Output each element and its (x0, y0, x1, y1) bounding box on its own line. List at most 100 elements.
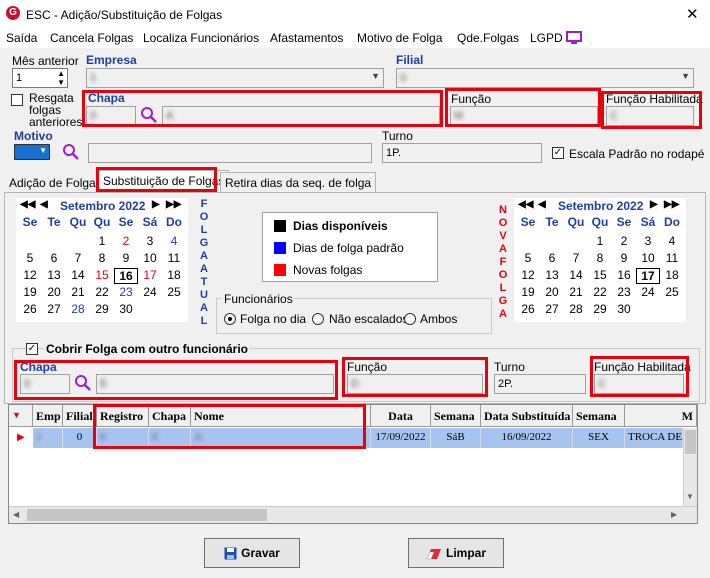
calendar-day[interactable]: 18 (660, 268, 684, 282)
grid-header-semana-2[interactable]: Semana (573, 405, 625, 427)
tab-retira-dias[interactable]: Retira dias da seq. de folga (220, 172, 377, 192)
next-month-icon[interactable]: ▶ (650, 199, 658, 210)
grid-cell-motivo[interactable]: TROCA DE (625, 428, 683, 448)
calendar-day[interactable]: 12 (516, 268, 540, 282)
spinner-arrows-icon[interactable]: ▲ ▼ (57, 69, 65, 87)
calendar-day[interactable]: 19 (18, 285, 42, 299)
grid-header-data-substituida[interactable]: Data Substituída (481, 405, 573, 427)
grid-cell-chapa[interactable]: 0 (149, 428, 191, 448)
grid-header-nome[interactable]: Nome (191, 405, 371, 427)
calendar-day[interactable]: 26 (516, 302, 540, 316)
calendar-day[interactable]: 21 (564, 285, 588, 299)
calendar-day[interactable]: 23 (114, 285, 138, 299)
calendar-day[interactable]: 29 (90, 302, 114, 316)
calendar-day[interactable]: 29 (588, 302, 612, 316)
grid-cell-filial[interactable]: 0 (63, 428, 97, 448)
calendar-day[interactable]: 9 (114, 251, 138, 265)
radio-folga-no-dia[interactable] (224, 313, 236, 325)
grid-cell-nome[interactable]: A (191, 428, 371, 448)
calendar-day[interactable]: 7 (564, 251, 588, 265)
scrollbar-thumb[interactable] (27, 509, 267, 521)
prev-year-icon[interactable]: ◀◀ (518, 199, 533, 210)
limpar-button[interactable]: Limpar (408, 538, 504, 568)
scroll-down-icon[interactable]: ▼ (686, 492, 694, 501)
tab-substituicao[interactable]: Substituição de Folgas (98, 170, 230, 192)
grid-header-emp[interactable]: Emp (33, 405, 63, 427)
mes-anterior-spinner[interactable]: 1 ▲ ▼ (12, 68, 68, 88)
resgata-checkbox[interactable] (11, 94, 23, 106)
prev-year-icon[interactable]: ◀◀ (20, 199, 35, 210)
calendar-day[interactable]: 27 (42, 302, 66, 316)
calendar-day[interactable]: 2 (114, 234, 138, 248)
next-month-icon[interactable]: ▶ (152, 199, 160, 210)
calendar-day[interactable]: 6 (42, 251, 66, 265)
calendar-day[interactable]: 21 (66, 285, 90, 299)
calendar-day[interactable]: 6 (540, 251, 564, 265)
calendar-day[interactable]: 20 (540, 285, 564, 299)
menu-cancela-folgas[interactable]: Cancela Folgas (50, 31, 133, 45)
grid-header-motivo[interactable]: M (625, 405, 697, 427)
calendar-day[interactable]: 4 (660, 234, 684, 248)
calendar-day[interactable]: 16 (612, 268, 636, 282)
calendar-day[interactable]: 19 (516, 285, 540, 299)
motivo-color-select[interactable]: ▼ (14, 144, 50, 160)
cobrir-folga-checkbox[interactable]: ✓ (26, 343, 38, 355)
chapa-field[interactable]: 0 (86, 106, 136, 126)
escala-padrao-checkbox[interactable]: ✓ (552, 147, 564, 159)
calendar-day[interactable]: 17 (138, 268, 162, 282)
calendar-day[interactable]: 15 (588, 268, 612, 282)
menu-motivo-folga[interactable]: Motivo de Folga (357, 31, 442, 45)
grid-header-filial[interactable]: Filial (63, 405, 97, 427)
calendar-day[interactable]: 20 (42, 285, 66, 299)
scroll-right-icon[interactable]: ▶ (671, 510, 677, 519)
calendar-day[interactable]: 17 (636, 268, 660, 284)
grid-cell-data-substituida[interactable]: 16/09/2022 (481, 428, 573, 448)
grid-header-data[interactable]: Data (371, 405, 431, 427)
filial-select[interactable]: 0 ▼ (396, 68, 694, 88)
calendar-day[interactable]: 1 (90, 234, 114, 248)
calendar-day[interactable]: 14 (66, 268, 90, 282)
calendar-day[interactable]: 22 (90, 285, 114, 299)
search-icon[interactable] (74, 374, 92, 392)
menu-afastamentos[interactable]: Afastamentos (270, 31, 343, 45)
calendar-day[interactable]: 10 (138, 251, 162, 265)
calendar-day[interactable]: 16 (114, 268, 138, 284)
calendar-day[interactable]: 8 (588, 251, 612, 265)
next-year-icon[interactable]: ▶▶ (166, 199, 181, 210)
calendar-day[interactable]: 23 (612, 285, 636, 299)
tab-adicao[interactable]: Adição de Folgas (4, 172, 107, 192)
prev-month-icon[interactable]: ◀ (40, 199, 48, 210)
calendar-day[interactable]: 11 (660, 251, 684, 265)
calendar-day[interactable]: 4 (162, 234, 186, 248)
calendar-day[interactable]: 30 (114, 302, 138, 316)
calendar-day[interactable]: 24 (138, 285, 162, 299)
menu-lgpd[interactable]: LGPD (530, 31, 563, 45)
calendar-day[interactable]: 12 (18, 268, 42, 282)
menu-qde-folgas[interactable]: Qde.Folgas (457, 31, 519, 45)
menu-localiza-funcionarios[interactable]: Localiza Funcionários (143, 31, 259, 45)
grid-header-registro[interactable]: Registro (97, 405, 149, 427)
prev-month-icon[interactable]: ◀ (538, 199, 546, 210)
calendar-day[interactable]: 7 (66, 251, 90, 265)
calendar-day[interactable]: 30 (612, 302, 636, 316)
grid-menu-arrow-icon[interactable]: ▼ (9, 405, 33, 427)
calendar-day[interactable]: 3 (138, 234, 162, 248)
calendar-day[interactable]: 26 (18, 302, 42, 316)
calendar-day[interactable]: 25 (660, 285, 684, 299)
search-icon[interactable] (62, 143, 80, 161)
calendar-day[interactable]: 3 (636, 234, 660, 248)
grid-cell-data[interactable]: 17/09/2022 (371, 428, 431, 448)
close-icon[interactable]: ✕ (686, 5, 699, 23)
calendar-day[interactable]: 1 (588, 234, 612, 248)
grid-header-semana[interactable]: Semana (431, 405, 481, 427)
calendar-day[interactable]: 2 (612, 234, 636, 248)
calendar-day[interactable]: 28 (66, 302, 90, 316)
calendar-day[interactable]: 28 (564, 302, 588, 316)
calendar-day[interactable]: 22 (588, 285, 612, 299)
scroll-left-icon[interactable]: ◀ (13, 510, 19, 519)
calendar-day[interactable]: 8 (90, 251, 114, 265)
empresa-select[interactable]: 1 ▼ (86, 68, 384, 88)
calendar-day[interactable]: 25 (162, 285, 186, 299)
calendar-day[interactable]: 13 (540, 268, 564, 282)
grid-cell-emp[interactable]: 1 (33, 428, 63, 448)
